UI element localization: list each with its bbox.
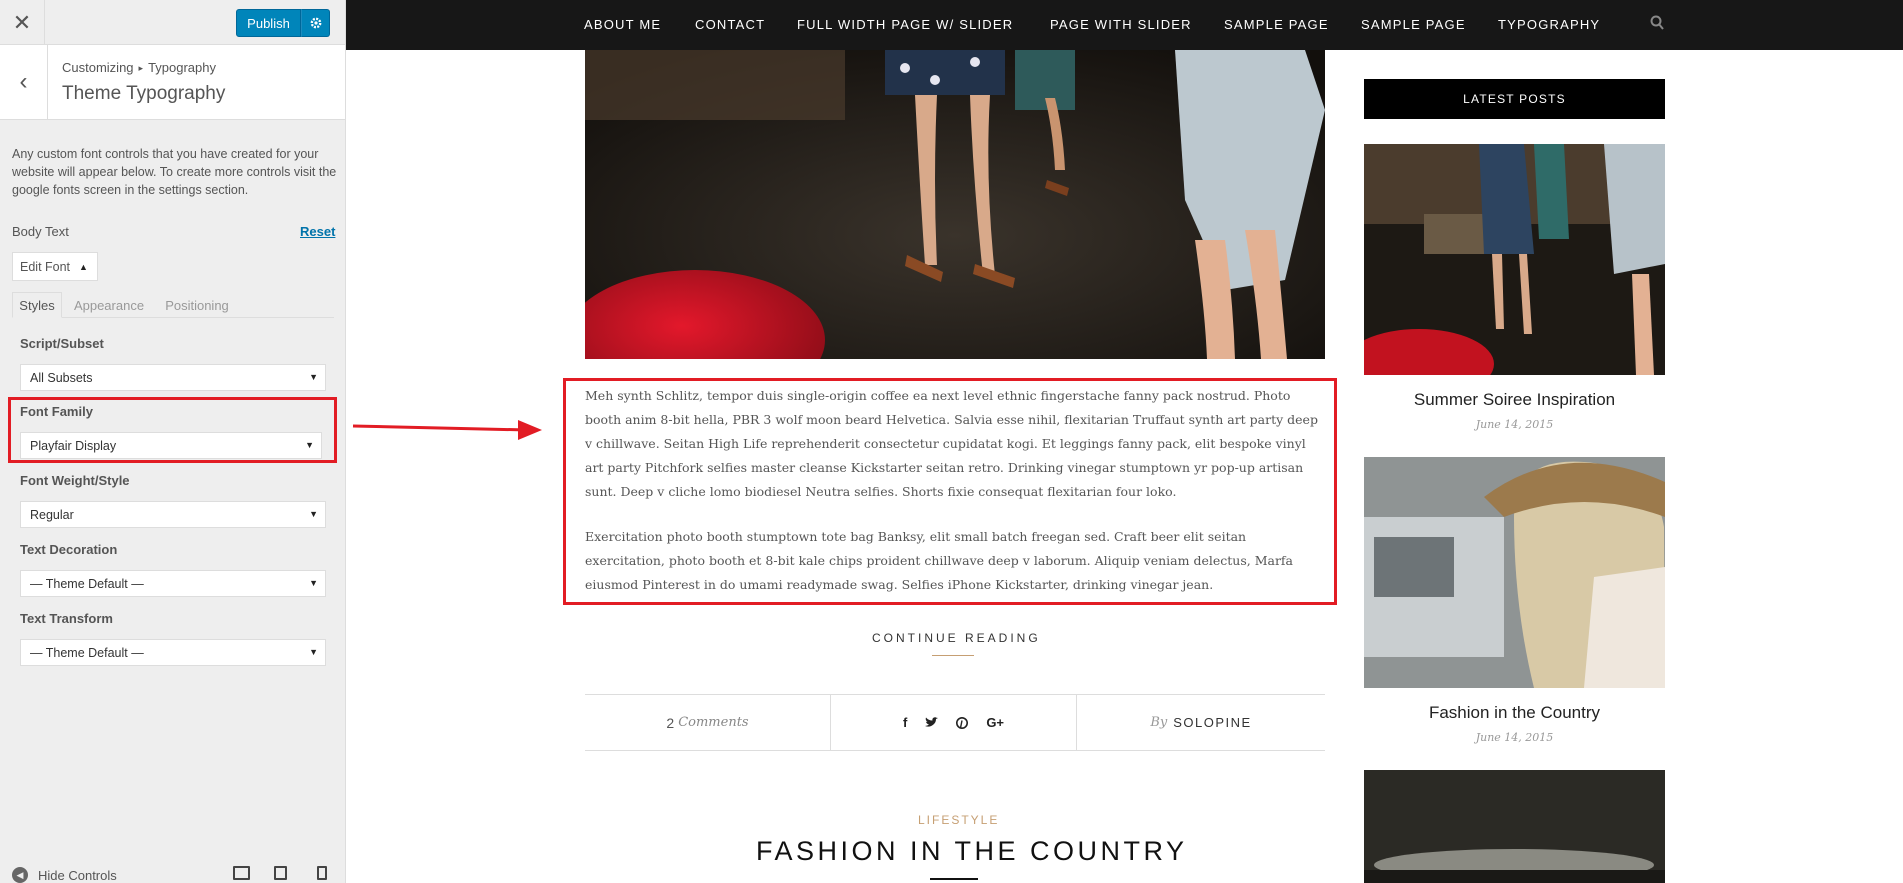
font-tabs: Styles Appearance Positioning [12,292,334,318]
text-decoration-value: — Theme Default — [30,576,144,591]
customizer-panel: ✕ Publish ‹ Customizing ▸ Typography Theme… [0,0,346,883]
latest-post-date-1: June 14, 2015 [1475,418,1554,431]
reset-link[interactable]: Reset [300,224,335,239]
latest-post-date-2: June 14, 2015 [1475,731,1554,744]
woman-hat-thumbnail [1364,457,1665,688]
latest-post-thumb-3[interactable] [1364,770,1665,883]
by-label: By [1150,715,1168,730]
gear-glyph [310,17,321,29]
annotation-arrow [352,420,542,440]
post-featured-image [585,50,1325,359]
comments-count: 2 [666,714,675,731]
nav-item-about[interactable]: ABOUT ME [584,17,661,32]
desktop-icon[interactable] [233,866,250,880]
post-paragraph-1: Meh synth Schlitz, tempor duis single-or… [585,388,1318,499]
font-weight-value: Regular [30,507,74,522]
chevron-down-icon: ▼ [309,647,318,657]
post-meta-bar: 2 Comments f G+ By SOLOPINE [585,694,1325,751]
script-subset-value: All Subsets [30,370,93,385]
font-weight-select[interactable]: Regular ▼ [20,501,326,528]
google-plus-icon[interactable]: G+ [986,715,1004,730]
script-subset-label: Script/Subset [20,336,104,351]
collapse-icon: ◀ [12,867,28,883]
nav-item-slider[interactable]: PAGE WITH SLIDER [1050,17,1192,32]
edit-font-label: Edit Font [20,259,71,274]
twitter-icon[interactable] [925,717,939,728]
section-header: ‹ Customizing ▸ Typography Theme Typograph… [0,45,345,120]
text-decoration-select[interactable]: — Theme Default — ▼ [20,570,326,597]
tab-styles[interactable]: Styles [12,292,62,318]
title-underline [930,878,978,880]
tab-appearance[interactable]: Appearance [68,292,150,318]
customizer-header: ✕ Publish [0,0,345,45]
breadcrumb-separator: ▸ [138,63,144,73]
latest-posts-heading: LATEST POSTS [1364,79,1665,119]
nav-item-sample-2[interactable]: SAMPLE PAGE [1361,17,1466,32]
breadcrumb: Customizing ▸ Typography [62,60,216,75]
edit-font-button[interactable]: Edit Font ▲ [12,252,98,281]
comments-link[interactable]: 2 Comments [585,695,830,750]
font-family-highlight [8,397,337,463]
chevron-down-icon: ▼ [309,509,318,519]
chevron-down-icon: ▼ [309,578,318,588]
hide-controls-button[interactable]: ◀ Hide Controls [12,867,117,883]
publish-button[interactable]: Publish [236,9,301,37]
tab-positioning[interactable]: Positioning [155,292,239,318]
post-paragraph-2: Exercitation photo booth stumptown tote … [585,529,1293,592]
pinterest-icon[interactable] [956,716,969,729]
breadcrumb-current: Typography [148,60,216,75]
caret-up-icon: ▲ [79,261,88,272]
text-decoration-label: Text Decoration [20,542,118,557]
latest-post-title-2[interactable]: Fashion in the Country [1364,703,1665,723]
tablet-icon[interactable] [274,866,287,880]
nav-item-contact[interactable]: CONTACT [695,17,765,32]
latest-post-thumb-1[interactable] [1364,144,1665,375]
back-arrow-icon[interactable]: ‹ [0,45,48,119]
breadcrumb-root: Customizing [62,60,134,75]
continue-underline [932,655,974,656]
customizer-footer: ◀ Hide Controls [0,860,345,883]
facebook-icon[interactable]: f [903,715,907,730]
dark-landscape-thumbnail [1364,770,1665,883]
next-post-title[interactable]: FASHION IN THE COUNTRY [756,836,1188,867]
comments-label: Comments [678,715,749,730]
next-post-category[interactable]: LIFESTYLE [918,813,999,827]
mobile-icon[interactable] [317,866,327,880]
post-author: By SOLOPINE [1077,695,1325,750]
text-transform-select[interactable]: — Theme Default — ▼ [20,639,326,666]
share-buttons: f G+ [831,695,1076,750]
script-subset-select[interactable]: All Subsets ▼ [20,364,326,391]
text-transform-label: Text Transform [20,611,113,626]
latest-post-thumb-2[interactable] [1364,457,1665,688]
chevron-down-icon: ▼ [309,372,318,382]
party-photo [585,50,1325,359]
nav-item-typography[interactable]: TYPOGRAPHY [1498,17,1600,32]
close-icon[interactable]: ✕ [0,0,45,45]
nav-item-full-width[interactable]: FULL WIDTH PAGE W/ SLIDER [797,17,1013,32]
body-text-label: Body Text [12,224,69,239]
search-icon[interactable] [1650,15,1664,31]
section-title: Theme Typography [62,83,226,104]
hide-controls-label: Hide Controls [38,867,117,883]
site-nav: ABOUT ME CONTACT FULL WIDTH PAGE W/ SLID… [346,0,1903,50]
nav-item-sample-1[interactable]: SAMPLE PAGE [1224,17,1329,32]
font-weight-label: Font Weight/Style [20,473,130,488]
author-link[interactable]: SOLOPINE [1173,715,1251,730]
party-thumbnail [1364,144,1665,375]
section-description: Any custom font controls that you have c… [12,147,337,197]
gear-icon[interactable] [301,9,330,37]
continue-reading-link[interactable]: CONTINUE READING [872,631,1041,645]
text-transform-value: — Theme Default — [30,645,144,660]
latest-post-title-1[interactable]: Summer Soiree Inspiration [1364,390,1665,410]
